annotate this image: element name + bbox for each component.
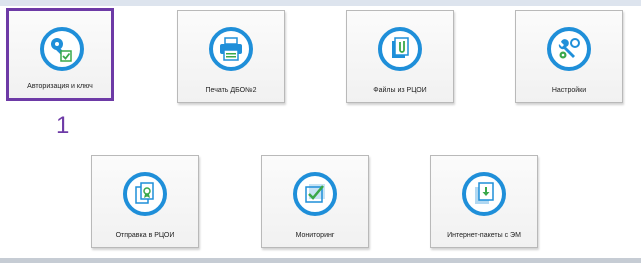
bottom-border (0, 258, 641, 263)
top-border (0, 0, 641, 6)
download-package-icon (462, 172, 506, 216)
tile-files-from-rcoi[interactable]: Файлы из РЦОИ (346, 10, 454, 103)
tools-icon (547, 27, 591, 71)
tile-label: Печать ДБО№2 (205, 87, 257, 94)
tile-label: Авторизация и ключ (27, 83, 93, 90)
annotation-number: 1 (56, 112, 70, 139)
monitoring-check-icon (293, 172, 337, 216)
send-documents-icon (123, 172, 167, 216)
tile-label: Мониторинг (295, 232, 335, 239)
tile-authorization-key[interactable]: Авторизация и ключ (6, 8, 114, 101)
tile-send-to-rcoi[interactable]: Отправка в РЦОИ (91, 155, 199, 248)
tile-internet-packages-em[interactable]: Интернет-пакеты с ЭМ (430, 155, 538, 248)
tile-print-dbo2[interactable]: Печать ДБО№2 (177, 10, 285, 103)
key-check-icon (40, 27, 84, 71)
printer-icon (209, 27, 253, 71)
tile-label: Настройки (551, 87, 587, 94)
tile-monitoring[interactable]: Мониторинг (261, 155, 369, 248)
tile-label: Файлы из РЦОИ (373, 87, 427, 94)
tile-settings[interactable]: Настройки (515, 10, 623, 103)
file-clip-icon (378, 27, 422, 71)
tile-label: Интернет-пакеты с ЭМ (447, 232, 521, 239)
tile-label: Отправка в РЦОИ (115, 232, 175, 239)
